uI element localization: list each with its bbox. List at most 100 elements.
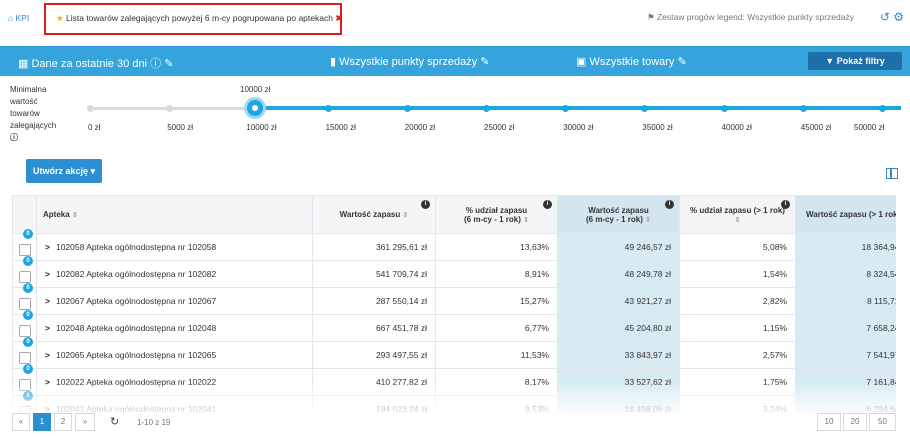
stock-value-cell: 287 550,14 zł: [312, 287, 436, 315]
info-icon: i: [781, 200, 790, 209]
create-action-button[interactable]: Utwórz akcję ▾: [26, 159, 102, 183]
row-checkbox[interactable]: [18, 298, 31, 310]
value-1y-cell: 7 658,24 zł: [795, 314, 896, 342]
value-6m-cell: 49 246,57 zł: [557, 233, 680, 261]
slider-tick-label: 30000 zł: [563, 123, 594, 132]
chevron-right-icon[interactable]: >: [45, 269, 50, 279]
column-value-6m[interactable]: i Wartość zapasu (6 m-cy - 1 rok) ⇕: [557, 195, 680, 234]
stock-value-cell: 293 497,55 zł: [312, 341, 436, 369]
close-tab-icon[interactable]: ✖: [335, 13, 342, 23]
table-row[interactable]: 0 >102058 Apteka ogólnodostępna nr 102058…: [12, 229, 896, 261]
slider-tick-label: 35000 zł: [642, 123, 673, 132]
column-share-6m[interactable]: i% udział zapasu (6 m-cy - 1 rok) ⇕: [435, 195, 558, 234]
table-row[interactable]: 0 >102048 Apteka ogólnodostępna nr 102048…: [12, 310, 896, 342]
edit-icon[interactable]: ✎: [164, 58, 173, 70]
columns-icon[interactable]: [886, 168, 898, 179]
reset-icon[interactable]: ↺: [880, 10, 890, 24]
scroll-fade: [12, 384, 896, 414]
legend-set-label[interactable]: ⚑ Zestaw progów legend: Wszystkie punkty…: [647, 12, 854, 23]
value-1y-cell: 8 324,54 zł: [795, 260, 896, 288]
page-last-button[interactable]: »: [75, 413, 95, 431]
slider-dot: [483, 105, 490, 112]
slider-tick-label: 40000 zł: [721, 123, 752, 132]
page-size-20[interactable]: 20: [843, 413, 867, 431]
share-6m-cell: 6,77%: [435, 314, 558, 342]
slider-dot: [879, 105, 886, 112]
chevron-right-icon[interactable]: >: [45, 350, 50, 360]
pharmacy-cell[interactable]: >102048 Apteka ogólnodostępna nr 102048: [36, 314, 313, 342]
slider-tick-label: 10000 zł: [246, 123, 277, 132]
pharmacy-cell[interactable]: >102082 Apteka ogólnodostępna nr 102082: [36, 260, 313, 288]
edit-icon[interactable]: ✎: [678, 56, 687, 68]
row-checkbox[interactable]: [18, 352, 31, 364]
column-pharmacy[interactable]: Apteka ⇕: [36, 195, 313, 234]
value-1y-cell: 18 364,94 zł: [795, 233, 896, 261]
slider-dot: [324, 105, 332, 112]
chevron-right-icon[interactable]: >: [45, 323, 50, 333]
pagination-count: 1-10 z 19: [137, 418, 171, 427]
slider-dot: [641, 105, 649, 112]
row-checkbox[interactable]: [18, 244, 31, 256]
row-badge: 0: [23, 229, 33, 239]
chevron-right-icon[interactable]: >: [45, 242, 50, 252]
sort-icon: ⇕: [71, 212, 78, 219]
show-filters-button[interactable]: ▼ Pokaż filtry: [808, 52, 902, 70]
points-filter[interactable]: ▮ Wszystkie punkty sprzedaży ✎: [330, 55, 490, 68]
table-row[interactable]: 0 >102067 Apteka ogólnodostępna nr 102067…: [12, 283, 896, 315]
share-6m-cell: 13,63%: [435, 233, 558, 261]
slider-tick-label: 0 zł: [88, 123, 101, 132]
refresh-icon[interactable]: ↻: [110, 415, 119, 428]
share-6m-cell: 11,53%: [435, 341, 558, 369]
edit-icon[interactable]: ✎: [480, 56, 489, 68]
column-value-1y[interactable]: iWartość zapasu (> 1 rok) ▾: [795, 195, 896, 234]
tab-active-report[interactable]: ★ Lista towarów zalegających powyżej 6 m…: [56, 13, 342, 24]
sort-icon: ⇕: [645, 216, 651, 224]
slider-dot: [87, 105, 94, 112]
slider-handle-label: 10000 zł: [240, 85, 271, 94]
pharmacy-cell[interactable]: >102058 Apteka ogólnodostępna nr 102058: [36, 233, 313, 261]
value-6m-cell: 45 204,80 zł: [557, 314, 680, 342]
top-icons: ↺ ⚙: [880, 10, 904, 24]
kpi-link[interactable]: ⌂ KPI: [8, 13, 29, 23]
page-1-button[interactable]: 1: [33, 413, 51, 431]
building-icon: ▮: [330, 56, 337, 68]
page-2-button[interactable]: 2: [54, 413, 72, 431]
page-size-10[interactable]: 10: [817, 413, 841, 431]
info-icon: i: [543, 200, 552, 209]
row-checkbox[interactable]: [18, 271, 31, 283]
pharmacy-table: Apteka ⇕ i Wartość zapasu ⇕ i% udział zap…: [12, 195, 896, 413]
info-icon: ⓘ: [150, 58, 162, 70]
share-1y-cell: 1,54%: [679, 260, 796, 288]
page-size-50[interactable]: 50: [869, 413, 896, 431]
info-icon: ⓘ: [10, 133, 18, 142]
info-icon: i: [421, 200, 430, 209]
value-6m-cell: 43 921,27 zł: [557, 287, 680, 315]
column-share-1y[interactable]: i% udział zapasu (> 1 rok) ⇕: [679, 195, 796, 234]
sort-icon: ⇕: [523, 216, 529, 224]
home-icon: ⌂: [8, 13, 14, 23]
settings-icon[interactable]: ⚙: [893, 10, 904, 24]
slider-tick-label: 50000 zł: [854, 123, 885, 132]
value-1y-cell: 8 115,71 zł: [795, 287, 896, 315]
period-filter[interactable]: ▦ Dane za ostatnie 30 dni ⓘ ✎: [18, 55, 173, 71]
products-filter[interactable]: ▣ Wszystkie towary ✎: [576, 55, 687, 68]
stock-value-cell: 361 295,61 zł: [312, 233, 436, 261]
table-row[interactable]: 0 >102065 Apteka ogólnodostępna nr 102065…: [12, 337, 896, 369]
pharmacy-cell[interactable]: >102067 Apteka ogólnodostępna nr 102067: [36, 287, 313, 315]
share-1y-cell: 2,82%: [679, 287, 796, 315]
pharmacy-cell[interactable]: >102065 Apteka ogólnodostępna nr 102065: [36, 341, 313, 369]
chevron-right-icon[interactable]: >: [45, 296, 50, 306]
slider-tick-label: 45000 zł: [800, 123, 832, 132]
slider-handle[interactable]: [244, 97, 266, 119]
page-first-button[interactable]: «: [12, 413, 30, 431]
share-1y-cell: 5,08%: [679, 233, 796, 261]
row-badge: 0: [23, 256, 33, 266]
slider-tick-label: 5000 zł: [167, 123, 193, 132]
sort-icon: ⇕: [734, 216, 741, 224]
slider-tick-label: 25000 zł: [484, 123, 515, 132]
table-row[interactable]: 0 >102082 Apteka ogólnodostępna nr 102082…: [12, 256, 896, 288]
row-checkbox[interactable]: [18, 325, 31, 337]
stock-value-cell: 541 709,74 zł: [312, 260, 436, 288]
column-stock-value[interactable]: i Wartość zapasu ⇕: [312, 195, 436, 234]
stock-value-cell: 667 451,78 zł: [312, 314, 436, 342]
